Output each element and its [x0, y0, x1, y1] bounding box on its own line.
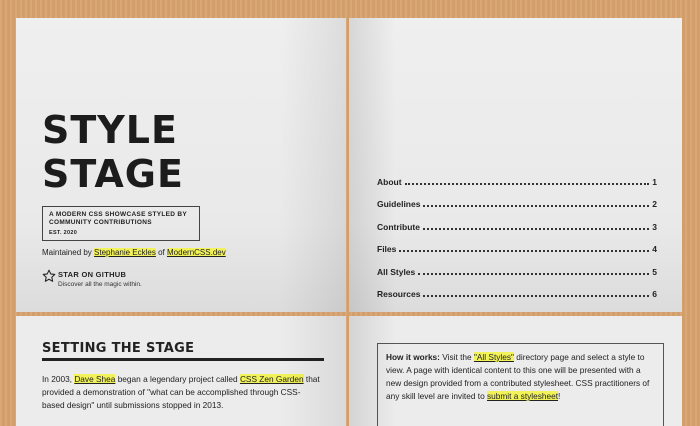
toc-label[interactable]: Contribute — [377, 222, 420, 232]
submit-stylesheet-link[interactable]: submit a stylesheet — [487, 391, 559, 401]
toc-page-number: 3 — [652, 221, 657, 232]
tagline-box: A MODERN CSS SHOWCASE STYLED BY COMMUNIT… — [42, 206, 200, 241]
toc-leader-dots — [422, 227, 650, 230]
how-text-3: ! — [558, 391, 561, 401]
site-title-line2: STAGE — [42, 152, 184, 196]
toc-item[interactable]: Files 4 — [377, 232, 657, 254]
star-icon[interactable] — [42, 269, 56, 283]
toc-label[interactable]: Files — [377, 244, 396, 254]
toc-item[interactable]: Resources 6 — [377, 277, 657, 299]
intro-text-1: In 2003, — [42, 374, 72, 384]
how-it-works-page: How it works: Visit the "All Styles" dir… — [349, 316, 682, 426]
cover-page: STYLE STAGE A MODERN CSS SHOWCASE STYLED… — [16, 18, 346, 312]
toc-item[interactable]: About 1 — [377, 164, 657, 187]
toc-page-number: 1 — [652, 176, 657, 187]
all-styles-link[interactable]: "All Styles" — [473, 352, 514, 362]
established-label: EST. 2020 — [49, 230, 78, 236]
toc-item[interactable]: Guidelines 2 — [377, 187, 657, 209]
intro-text-2: began a legendary project called — [117, 374, 238, 384]
site-title: STYLE STAGE — [42, 108, 184, 196]
maintained-prefix: Maintained by — [42, 248, 92, 257]
toc-leader-dots — [404, 182, 650, 185]
toc-page-number: 2 — [652, 199, 657, 209]
zen-garden-link[interactable]: CSS Zen Garden — [239, 374, 304, 384]
github-subtitle: Discover all the magic within. — [58, 281, 142, 288]
how-text-1: Visit the — [442, 352, 472, 362]
toc-leader-dots — [399, 250, 650, 252]
toc-leader-dots — [423, 205, 650, 207]
how-it-works-box: How it works: Visit the "All Styles" dir… — [377, 343, 664, 426]
setting-stage-page: SETTING THE STAGE In 2003, Dave Shea beg… — [16, 316, 346, 426]
site-link[interactable]: ModernCSS.dev — [167, 248, 226, 257]
contents-page: About 1 Guidelines 2 Contribute 3 Files 4 All St… — [349, 18, 682, 312]
toc-label[interactable]: Resources — [377, 289, 420, 299]
toc-label[interactable]: All Styles — [377, 267, 415, 277]
intro-paragraph: In 2003, Dave Shea began a legendary pro… — [42, 373, 322, 412]
tagline-text: A MODERN CSS SHOWCASE STYLED BY COMMUNIT… — [49, 211, 187, 226]
toc-item[interactable]: Contribute 3 — [377, 209, 657, 232]
toc-page-number: 4 — [652, 244, 657, 254]
maintained-of: of — [158, 248, 165, 257]
toc-label[interactable]: Guidelines — [377, 199, 420, 209]
dave-shea-link[interactable]: Dave Shea — [74, 374, 116, 384]
site-title-line1: STYLE — [42, 108, 178, 152]
toc-page-number: 6 — [652, 289, 657, 299]
toc-page-number: 5 — [652, 266, 657, 277]
toc-leader-dots — [423, 295, 650, 297]
toc-item[interactable]: All Styles 5 — [377, 254, 657, 277]
how-lead: How it works: — [386, 352, 440, 362]
toc-leader-dots — [418, 272, 650, 275]
section-heading: SETTING THE STAGE — [42, 341, 195, 356]
maintainer-link[interactable]: Stephanie Eckles — [94, 248, 156, 257]
heading-rule — [42, 358, 324, 361]
table-of-contents: About 1 Guidelines 2 Contribute 3 Files 4 All St… — [377, 164, 657, 300]
github-star-link[interactable]: STAR ON GITHUB — [58, 270, 126, 279]
maintainer-line: Maintained by Stephanie Eckles of Modern… — [42, 248, 226, 257]
toc-label[interactable]: About — [377, 177, 402, 187]
